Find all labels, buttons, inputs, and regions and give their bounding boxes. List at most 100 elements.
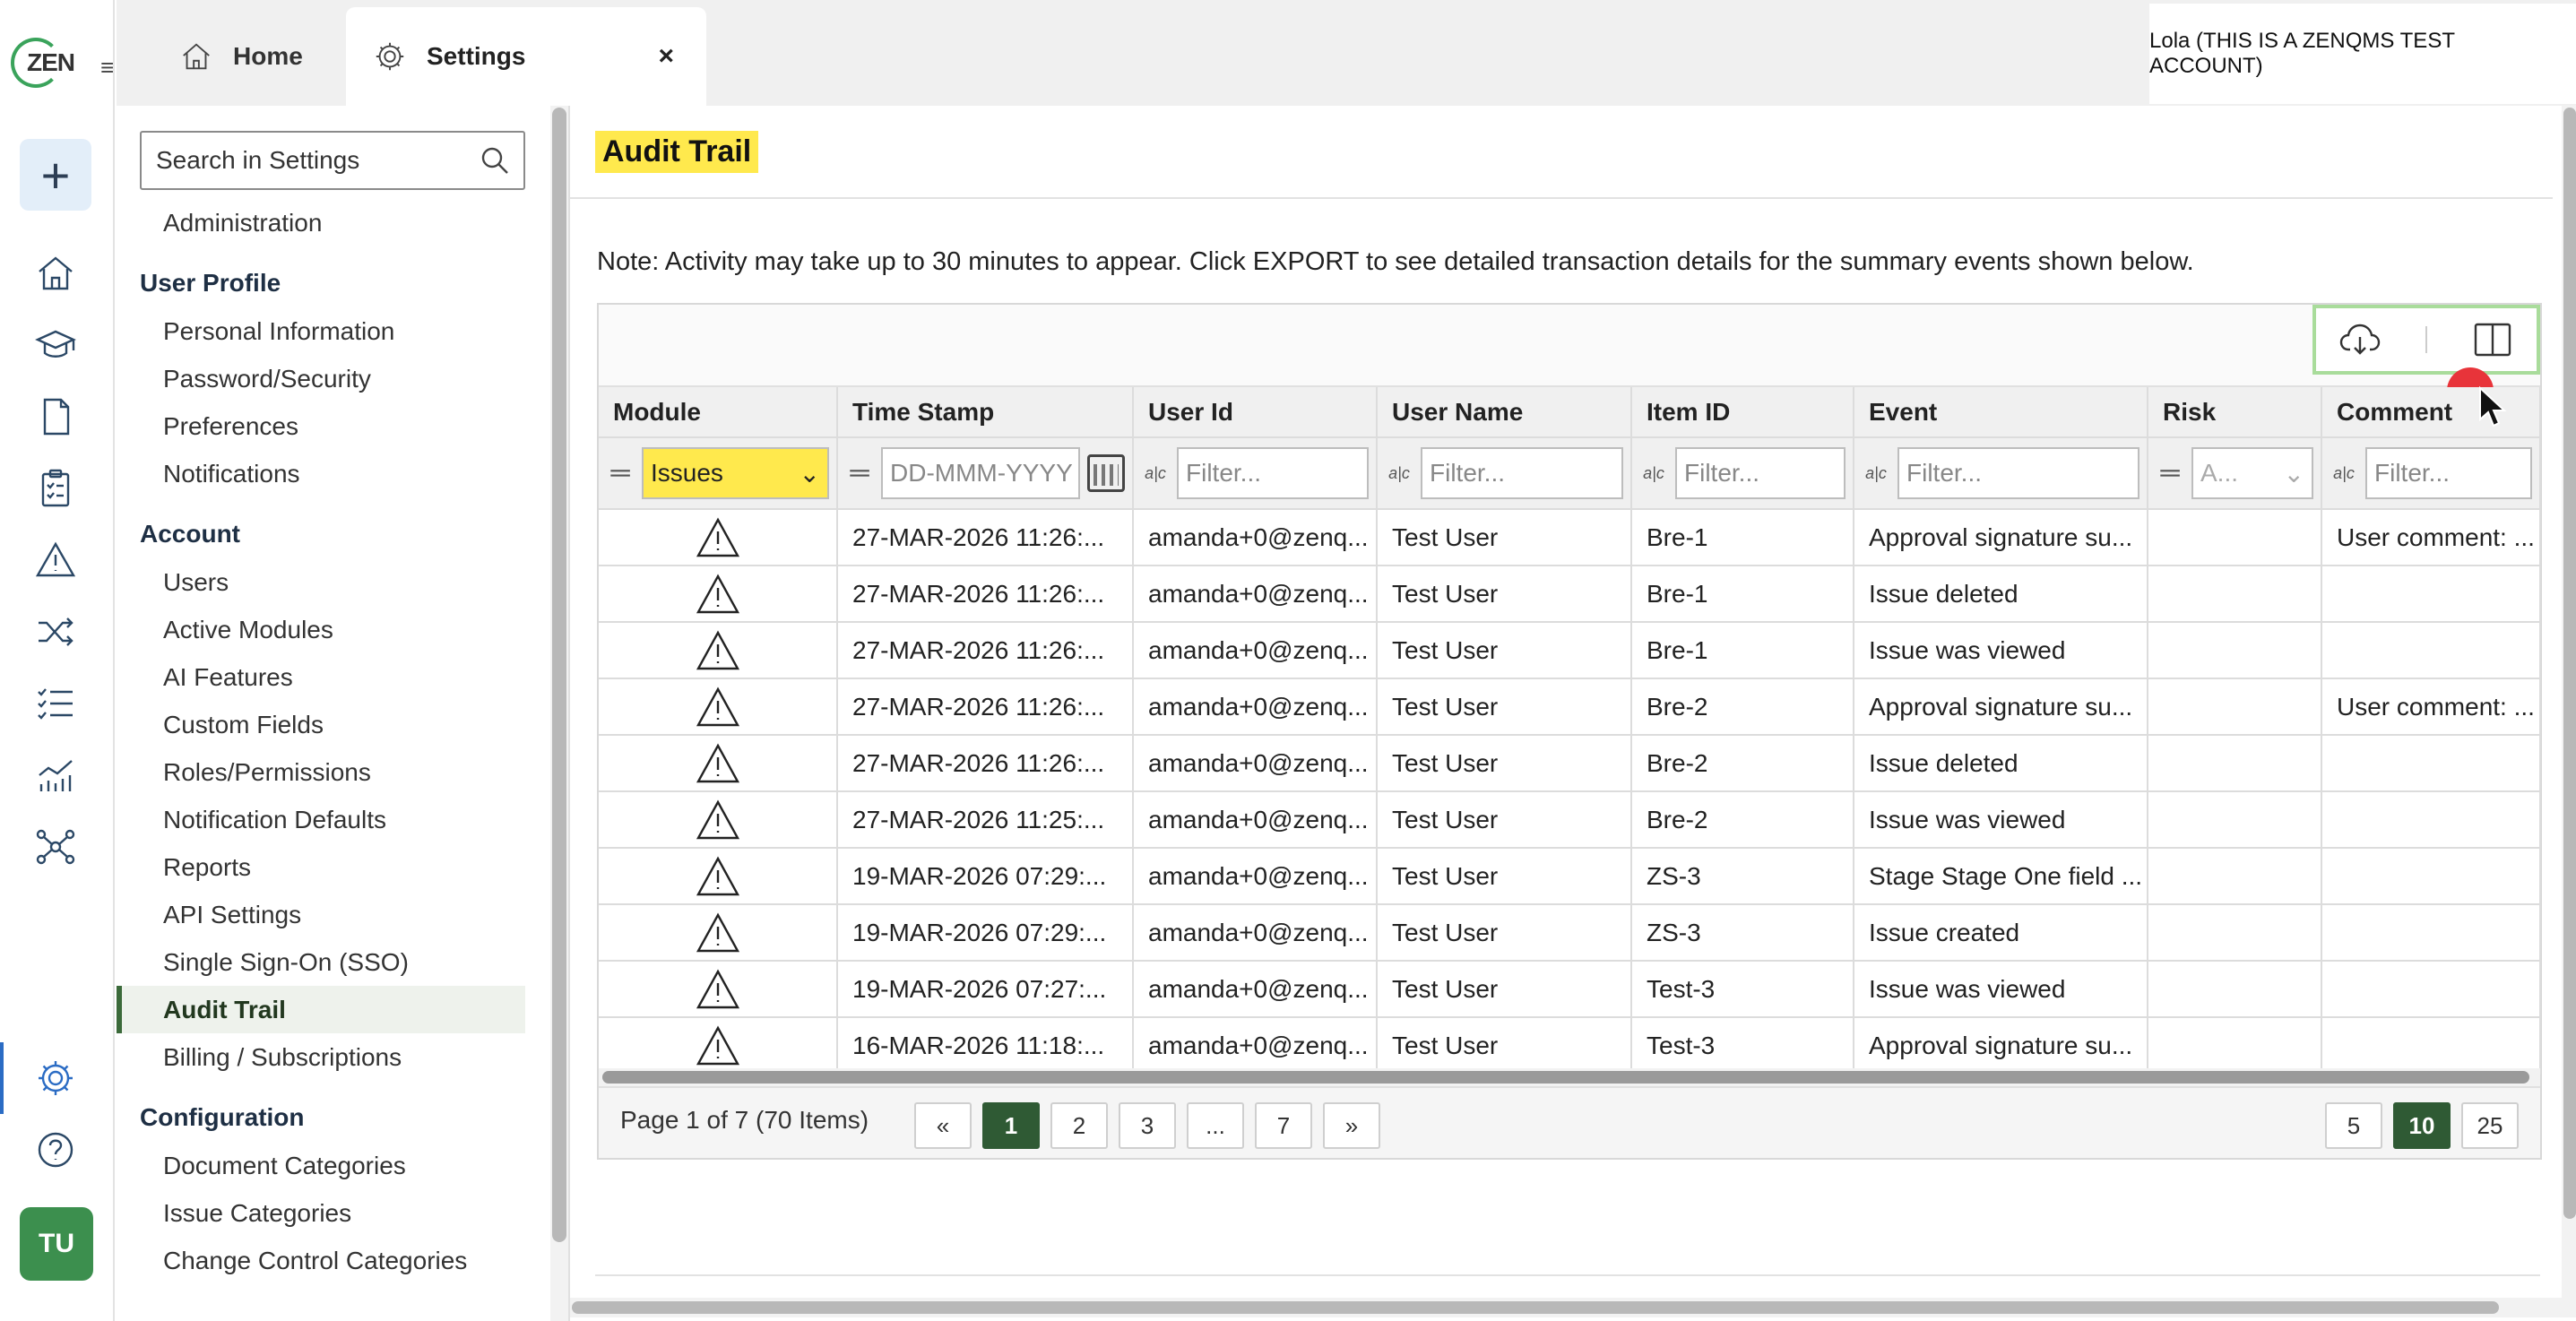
module-filter-select[interactable]: Issues ⌄ bbox=[642, 447, 829, 499]
sidebar-item-sso[interactable]: Single Sign-On (SSO) bbox=[117, 938, 525, 986]
equals-icon[interactable]: ═ bbox=[2156, 458, 2184, 488]
pager-page-1[interactable]: 1 bbox=[982, 1102, 1040, 1149]
table-row[interactable]: 27-MAR-2026 11:26:... amanda+0@zenq... Tes… bbox=[599, 735, 2541, 792]
page-size-25[interactable]: 25 bbox=[2461, 1102, 2519, 1149]
pager-page-7[interactable]: 7 bbox=[1255, 1102, 1312, 1149]
page-size-5[interactable]: 5 bbox=[2325, 1102, 2382, 1149]
table-row[interactable]: 27-MAR-2026 11:26:... amanda+0@zenq... Tes… bbox=[599, 622, 2541, 679]
search-input[interactable]: Search in Settings bbox=[140, 131, 525, 190]
calendar-icon[interactable] bbox=[1087, 454, 1125, 492]
document-icon[interactable] bbox=[29, 390, 82, 444]
text-filter-icon[interactable]: a|c bbox=[1385, 464, 1413, 483]
table-row[interactable]: 19-MAR-2026 07:29:... amanda+0@zenq... Tes… bbox=[599, 848, 2541, 905]
cell-risk bbox=[2148, 735, 2322, 792]
sidebar-item-document-categories[interactable]: Document Categories bbox=[117, 1142, 525, 1189]
table-row[interactable]: 19-MAR-2026 07:29:... amanda+0@zenq... Tes… bbox=[599, 904, 2541, 962]
cell-timestamp: 19-MAR-2026 07:27:... bbox=[837, 961, 1134, 1018]
sidebar-item-change-control-categories[interactable]: Change Control Categories bbox=[117, 1237, 525, 1284]
cell-risk bbox=[2148, 848, 2322, 905]
sidebar-item-ai-features[interactable]: AI Features bbox=[117, 653, 525, 701]
cell-module bbox=[599, 961, 838, 1018]
pager-last-button[interactable]: » bbox=[1323, 1102, 1380, 1149]
gear-icon[interactable] bbox=[29, 1051, 82, 1105]
pager-page-2[interactable]: 2 bbox=[1050, 1102, 1108, 1149]
tab-home[interactable]: Home bbox=[179, 7, 303, 106]
event-filter-input[interactable]: Filter... bbox=[1897, 447, 2139, 499]
sidebar-item-billing[interactable]: Billing / Subscriptions bbox=[117, 1033, 525, 1081]
graduation-cap-icon[interactable] bbox=[29, 318, 82, 372]
main-vertical-scrollbar[interactable] bbox=[2562, 106, 2576, 1298]
checklist-icon[interactable] bbox=[29, 677, 82, 730]
text-filter-icon[interactable]: a|c bbox=[1141, 464, 1170, 483]
avatar[interactable]: TU bbox=[20, 1207, 93, 1281]
pager-first-button[interactable]: « bbox=[914, 1102, 972, 1149]
audit-table: Module Time Stamp User Id User Name Item… bbox=[599, 387, 2541, 1075]
table-row[interactable]: 16-MAR-2026 11:18:... amanda+0@zenq... Tes… bbox=[599, 1017, 2541, 1075]
analytics-icon[interactable] bbox=[29, 748, 82, 802]
cloud-download-icon[interactable] bbox=[2338, 317, 2382, 362]
sidebar-item-roles-permissions[interactable]: Roles/Permissions bbox=[117, 748, 525, 796]
col-header-module[interactable]: Module bbox=[599, 387, 838, 438]
item-id-filter-input[interactable]: Filter... bbox=[1675, 447, 1846, 499]
sidebar-item-custom-fields[interactable]: Custom Fields bbox=[117, 701, 525, 748]
network-icon[interactable] bbox=[29, 820, 82, 874]
help-icon[interactable] bbox=[29, 1123, 82, 1177]
col-header-item-id[interactable]: Item ID bbox=[1631, 387, 1854, 438]
clipboard-icon[interactable] bbox=[29, 462, 82, 515]
cell-event: Approval signature su... bbox=[1854, 678, 2148, 736]
sidebar-item-personal-information[interactable]: Personal Information bbox=[117, 307, 525, 355]
sidebar-item-issue-categories[interactable]: Issue Categories bbox=[117, 1189, 525, 1237]
risk-filter-select[interactable]: A... ⌄ bbox=[2191, 447, 2313, 499]
col-header-timestamp[interactable]: Time Stamp bbox=[837, 387, 1134, 438]
shuffle-icon[interactable] bbox=[29, 605, 82, 659]
user-id-filter-input[interactable]: Filter... bbox=[1177, 447, 1369, 499]
warning-icon[interactable] bbox=[29, 533, 82, 587]
table-row[interactable]: 27-MAR-2026 11:26:... amanda+0@zenq... Tes… bbox=[599, 509, 2541, 566]
table-row[interactable]: 27-MAR-2026 11:25:... amanda+0@zenq... Tes… bbox=[599, 791, 2541, 849]
sidebar-item-users[interactable]: Users bbox=[117, 558, 525, 606]
cell-event: Issue was viewed bbox=[1854, 622, 2148, 679]
account-label[interactable]: Lola (THIS IS A ZENQMS TEST ACCOUNT) bbox=[2149, 4, 2576, 104]
sidebar-item-audit-trail[interactable]: Audit Trail bbox=[117, 986, 525, 1033]
comment-filter-input[interactable]: Filter... bbox=[2365, 447, 2532, 499]
tab-settings-label: Settings bbox=[427, 42, 526, 70]
sidebar-item-notification-defaults[interactable]: Notification Defaults bbox=[117, 796, 525, 843]
equals-icon[interactable]: ═ bbox=[845, 458, 874, 488]
sidebar-item-api-settings[interactable]: API Settings bbox=[117, 891, 525, 938]
col-header-event[interactable]: Event bbox=[1854, 387, 2148, 438]
main-horizontal-scrollbar[interactable] bbox=[570, 1298, 2576, 1317]
sidebar-item-password-security[interactable]: Password/Security bbox=[117, 355, 525, 402]
sidebar-item-administration[interactable]: Administration bbox=[117, 199, 525, 246]
pager-page-3[interactable]: 3 bbox=[1119, 1102, 1176, 1149]
table-row[interactable]: 27-MAR-2026 11:26:... amanda+0@zenq... Tes… bbox=[599, 566, 2541, 623]
tab-settings[interactable]: Settings × bbox=[346, 7, 706, 106]
cell-item-id: Bre-2 bbox=[1631, 678, 1854, 736]
table-row[interactable]: 27-MAR-2026 11:26:... amanda+0@zenq... Tes… bbox=[599, 678, 2541, 736]
text-filter-icon[interactable]: a|c bbox=[1639, 464, 1668, 483]
page-size-10[interactable]: 10 bbox=[2393, 1102, 2451, 1149]
close-icon[interactable]: × bbox=[658, 41, 674, 72]
col-header-risk[interactable]: Risk bbox=[2148, 387, 2322, 438]
grid-horizontal-scrollbar[interactable] bbox=[599, 1068, 2540, 1086]
sidebar-item-preferences[interactable]: Preferences bbox=[117, 402, 525, 450]
sidebar-item-reports[interactable]: Reports bbox=[117, 843, 525, 891]
sidebar-item-notifications[interactable]: Notifications bbox=[117, 450, 525, 497]
user-name-filter-input[interactable]: Filter... bbox=[1421, 447, 1623, 499]
zen-logo[interactable]: ZEN bbox=[9, 36, 75, 90]
timestamp-filter-input[interactable]: DD-MMM-YYYY bbox=[881, 447, 1080, 499]
table-row[interactable]: 19-MAR-2026 07:27:... amanda+0@zenq... Tes… bbox=[599, 961, 2541, 1018]
search-icon[interactable] bbox=[479, 144, 511, 177]
col-header-user-name[interactable]: User Name bbox=[1377, 387, 1632, 438]
sidebar-scrollbar[interactable] bbox=[550, 106, 568, 1321]
equals-icon[interactable]: ═ bbox=[606, 458, 635, 488]
col-header-user-id[interactable]: User Id bbox=[1133, 387, 1378, 438]
sidebar-item-active-modules[interactable]: Active Modules bbox=[117, 606, 525, 653]
home-icon[interactable] bbox=[29, 246, 82, 300]
table-body: 27-MAR-2026 11:26:... amanda+0@zenq... Tes… bbox=[599, 509, 2541, 1075]
pager-ellipsis[interactable]: ... bbox=[1187, 1102, 1244, 1149]
plus-icon[interactable]: + bbox=[20, 139, 91, 211]
column-chooser-icon[interactable] bbox=[2470, 317, 2515, 362]
text-filter-icon[interactable]: a|c bbox=[1862, 464, 1890, 483]
cell-timestamp: 16-MAR-2026 11:18:... bbox=[837, 1017, 1134, 1075]
text-filter-icon[interactable]: a|c bbox=[2330, 464, 2358, 483]
